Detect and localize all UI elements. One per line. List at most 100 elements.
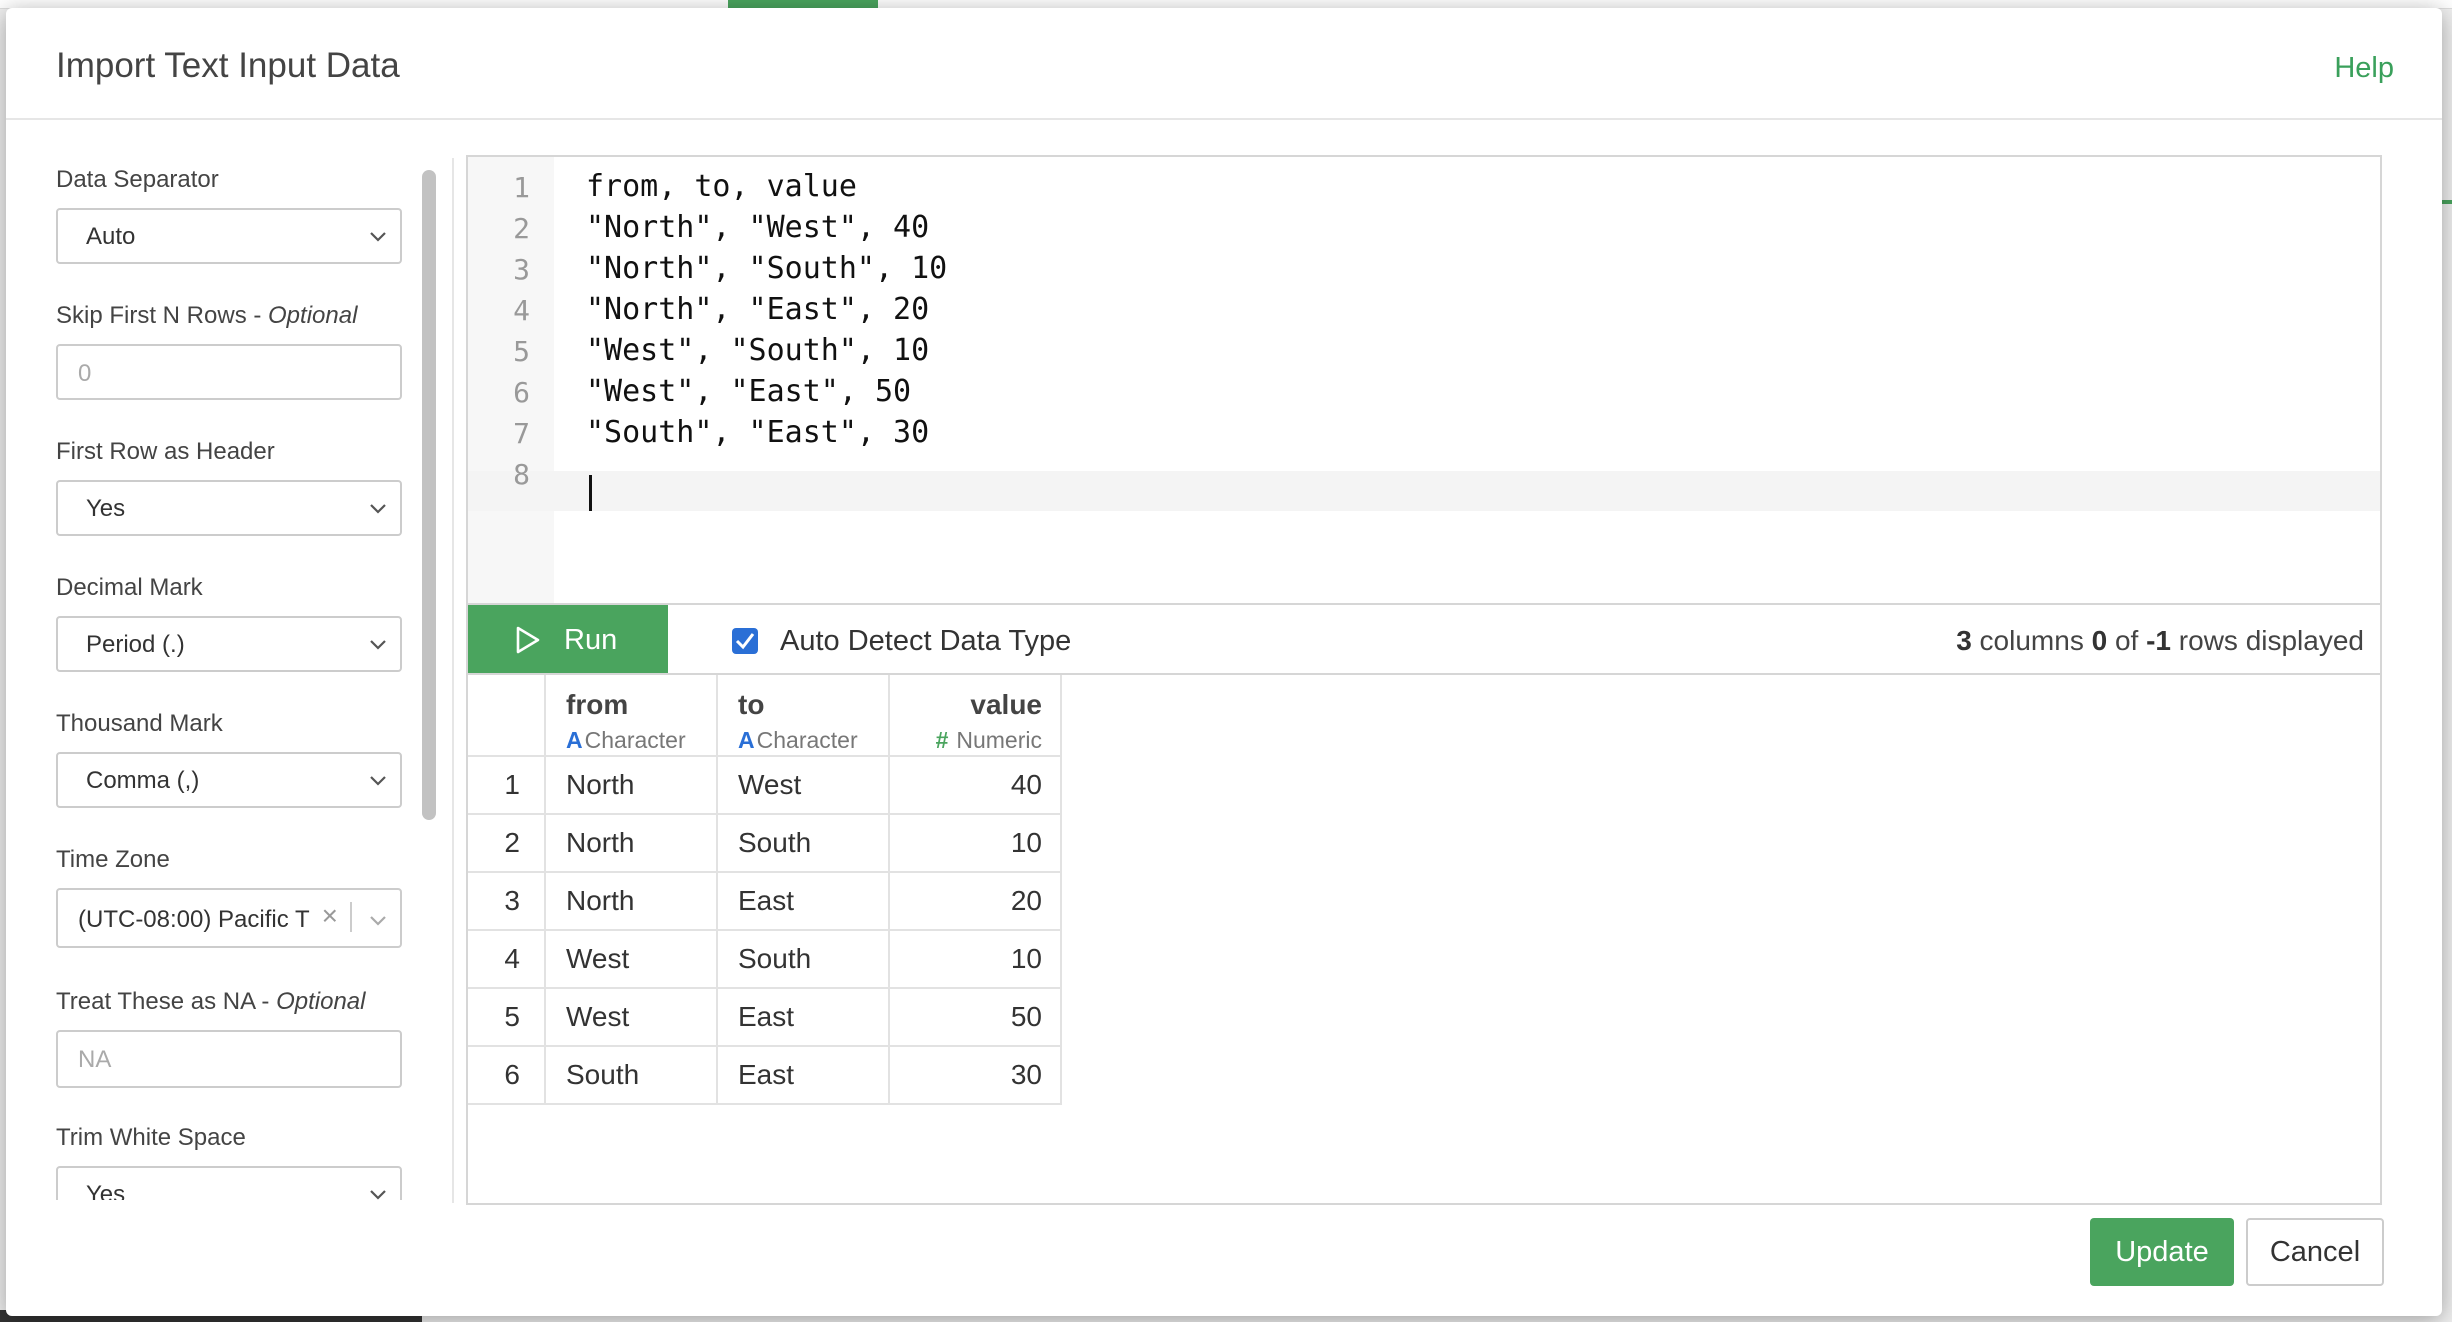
column-type-label: Character	[756, 727, 858, 753]
time-zone-label: Time Zone	[56, 846, 170, 873]
first-row-header-label: First Row as Header	[56, 438, 275, 465]
clear-icon[interactable]: ×	[322, 900, 338, 932]
optional-tag: Optional	[276, 988, 366, 1015]
data-separator-value: Auto	[86, 223, 136, 250]
table-cell-value: 20	[890, 873, 1062, 931]
column-header-value[interactable]: value # Numeric	[890, 675, 1062, 757]
run-button[interactable]: Run	[468, 605, 668, 673]
auto-detect-label[interactable]: Auto Detect Data Type	[780, 625, 1071, 658]
code-line: "North", "East", 20	[586, 292, 930, 327]
line-number: 5	[513, 335, 530, 368]
line-number: 3	[513, 253, 530, 286]
chevron-down-icon	[370, 916, 386, 926]
code-line: "South", "East", 30	[586, 415, 930, 450]
decimal-mark-select[interactable]: Period (.)	[56, 616, 402, 672]
update-button[interactable]: Update	[2090, 1218, 2234, 1286]
sidebar-divider	[452, 158, 454, 1203]
code-line: "North", "West", 40	[586, 210, 930, 245]
cell-value: South	[566, 1059, 640, 1090]
cancel-button[interactable]: Cancel	[2246, 1218, 2384, 1286]
table-cell-from: North	[546, 815, 718, 873]
table-cell-value: 30	[890, 1047, 1062, 1105]
code-line: from, to, value	[586, 169, 857, 204]
skip-rows-label: Skip First N Rows - Optional	[56, 302, 357, 330]
cell-value: North	[566, 769, 635, 800]
table-summary: 3 columns 0 of -1 rows displayed	[1956, 625, 2364, 657]
column-type: # Numeric	[936, 727, 1042, 754]
row-index: 1	[468, 757, 546, 815]
row-index-label: 3	[504, 885, 520, 916]
code-line: "North", "South", 10	[586, 251, 948, 286]
row-index: 6	[468, 1047, 546, 1105]
column-type-label: Numeric	[956, 727, 1042, 753]
preview-table-area: from ACharacter to ACharacter value # Numeric 1…	[466, 675, 2382, 1205]
column-type: ACharacter	[738, 727, 858, 754]
row-index-label: 6	[504, 1059, 520, 1090]
help-link[interactable]: Help	[2334, 52, 2394, 85]
play-icon	[516, 626, 540, 654]
table-cell-to: East	[718, 989, 890, 1047]
chevron-down-icon	[370, 232, 386, 242]
column-name: to	[738, 689, 765, 720]
cell-value: 20	[1010, 885, 1042, 916]
column-name: from	[566, 689, 629, 720]
decimal-mark-value: Period (.)	[86, 631, 185, 658]
table-cell-from: West	[546, 931, 718, 989]
select-separator	[350, 902, 352, 932]
column-name: value	[970, 689, 1042, 720]
treat-na-label: Treat These as NA - Optional	[56, 988, 365, 1016]
table-cell-to: East	[718, 1047, 890, 1105]
columns-label: columns	[1971, 625, 2092, 656]
table-cell-from: West	[546, 989, 718, 1047]
data-separator-select[interactable]: Auto	[56, 208, 402, 264]
column-header-to[interactable]: to ACharacter	[718, 675, 890, 757]
row-index-label: 4	[504, 943, 520, 974]
sidebar-scrollbar-thumb[interactable]	[422, 170, 436, 820]
row-index-label: 2	[504, 827, 520, 858]
data-separator-label: Data Separator	[56, 166, 219, 193]
chevron-down-icon	[370, 504, 386, 514]
line-number: 1	[513, 171, 530, 204]
editor-toolbar: Run Auto Detect Data Type 3 columns 0 of…	[466, 605, 2382, 675]
cell-value: 30	[1010, 1059, 1042, 1090]
first-row-header-value: Yes	[86, 495, 126, 522]
decimal-mark-label: Decimal Mark	[56, 574, 203, 601]
cell-value: East	[738, 1059, 795, 1090]
row-index-label: 5	[504, 1001, 520, 1032]
thousand-mark-value: Comma (,)	[86, 767, 200, 794]
table-cell-from: North	[546, 873, 718, 931]
cell-value: 50	[1010, 1001, 1042, 1032]
auto-detect-checkbox[interactable]	[732, 628, 758, 654]
column-header-from[interactable]: from ACharacter	[546, 675, 718, 757]
table-cell-from: North	[546, 757, 718, 815]
table-cell-value: 50	[890, 989, 1062, 1047]
skip-rows-input[interactable]: 0	[56, 344, 402, 400]
rows-label: rows displayed	[2171, 625, 2364, 656]
cell-value: East	[738, 1001, 795, 1032]
time-zone-select[interactable]: (UTC-08:00) Pacific T ×	[56, 888, 402, 948]
row-index: 5	[468, 989, 546, 1047]
character-type-icon: A	[738, 727, 755, 753]
chevron-down-icon	[370, 776, 386, 786]
options-sidebar: Data Separator Auto Skip First N Rows - …	[6, 120, 416, 1200]
row-index: 3	[468, 873, 546, 931]
text-input-editor[interactable]: 1 2 3 4 5 6 7 8 from, to, value "North", "West",…	[466, 155, 2382, 605]
background-active-tab	[728, 0, 878, 8]
trim-white-space-select[interactable]: Yes	[56, 1166, 402, 1200]
thousand-mark-select[interactable]: Comma (,)	[56, 752, 402, 808]
cell-value: 10	[1010, 943, 1042, 974]
code-line: "West", "East", 50	[586, 374, 912, 409]
first-row-header-select[interactable]: Yes	[56, 480, 402, 536]
table-corner	[468, 675, 546, 757]
line-number: 8	[513, 458, 530, 491]
table-cell-from: South	[546, 1047, 718, 1105]
optional-tag: Optional	[268, 302, 358, 329]
time-zone-value: (UTC-08:00) Pacific T	[78, 906, 310, 933]
rows-total: -1	[2146, 625, 2172, 656]
rows-shown: 0	[2091, 625, 2108, 656]
row-index: 4	[468, 931, 546, 989]
treat-na-input[interactable]: NA	[56, 1030, 402, 1088]
table-cell-to: East	[718, 873, 890, 931]
line-number: 2	[513, 212, 530, 245]
table-cell-to: West	[718, 757, 890, 815]
